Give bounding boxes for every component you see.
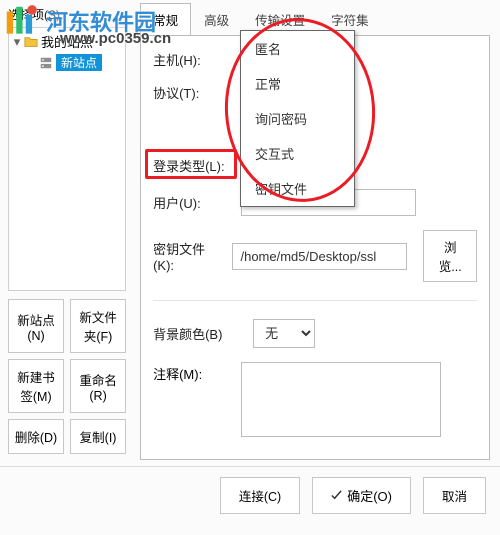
keyfile-row: 密钥文件(K): 浏览... xyxy=(153,230,477,282)
separator xyxy=(153,300,477,301)
host-label: 主机(H): xyxy=(153,50,231,69)
new-site-button[interactable]: 新站点(N) xyxy=(8,299,64,353)
keyfile-label: 密钥文件(K): xyxy=(153,239,222,273)
bgcolor-row: 背景颜色(B) 无 xyxy=(153,319,477,348)
duplicate-button[interactable]: 复制(I) xyxy=(70,419,126,454)
tab-advanced[interactable]: 高级 xyxy=(191,3,242,36)
tree-collapse-icon[interactable]: ▾ xyxy=(13,34,21,50)
new-folder-button[interactable]: 新文件夹(F) xyxy=(70,299,126,353)
delete-button[interactable]: 删除(D) xyxy=(8,419,64,454)
notes-row: 注释(M): xyxy=(153,362,477,437)
login-type-dropdown[interactable]: 匿名 正常 询问密码 交互式 密钥文件 xyxy=(240,30,355,207)
login-type-option-askpassword[interactable]: 询问密码 xyxy=(241,101,354,136)
server-icon xyxy=(39,56,53,70)
connect-button[interactable]: 连接(C) xyxy=(220,477,300,514)
site-tree[interactable]: ▾ 我的站点 新站点 xyxy=(8,27,126,291)
dialog-footer: 连接(C) 确定(O) 取消 xyxy=(0,466,500,524)
user-label: 用户(U): xyxy=(153,193,231,212)
keyfile-input[interactable] xyxy=(232,243,407,270)
login-type-option-anonymous[interactable]: 匿名 xyxy=(241,31,354,66)
bgcolor-select[interactable]: 无 xyxy=(253,319,315,348)
site-action-buttons: 新站点(N) 新文件夹(F) 新建书签(M) 重命名(R) 删除(D) 复制(I… xyxy=(8,299,126,460)
select-entry-label: 选择项(S): xyxy=(8,6,126,23)
left-panel: 选择项(S): ▾ 我的站点 新站点 新站点(N) 新文件夹(F) 新建书签(M… xyxy=(0,0,134,460)
new-bookmark-button[interactable]: 新建书签(M) xyxy=(8,359,64,413)
cancel-button[interactable]: 取消 xyxy=(423,477,486,514)
ok-button[interactable]: 确定(O) xyxy=(312,477,411,514)
ok-label: 确定(O) xyxy=(347,486,392,505)
bgcolor-label: 背景颜色(B) xyxy=(153,324,243,343)
login-type-label: 登录类型(L): xyxy=(153,156,231,175)
rename-button[interactable]: 重命名(R) xyxy=(70,359,126,413)
notes-label: 注释(M): xyxy=(153,364,231,383)
login-type-option-interactive[interactable]: 交互式 xyxy=(241,136,354,171)
check-icon xyxy=(331,490,342,501)
login-type-option-keyfile[interactable]: 密钥文件 xyxy=(241,171,354,206)
tree-child-row[interactable]: 新站点 xyxy=(13,54,121,71)
tree-child-label: 新站点 xyxy=(56,54,102,71)
login-type-option-normal[interactable]: 正常 xyxy=(241,66,354,101)
protocol-label: 协议(T): xyxy=(153,83,231,102)
watermark-url: www.pc0359.cn xyxy=(60,30,171,47)
folder-icon xyxy=(24,35,38,49)
browse-button[interactable]: 浏览... xyxy=(423,230,477,282)
notes-textarea[interactable] xyxy=(241,362,441,437)
